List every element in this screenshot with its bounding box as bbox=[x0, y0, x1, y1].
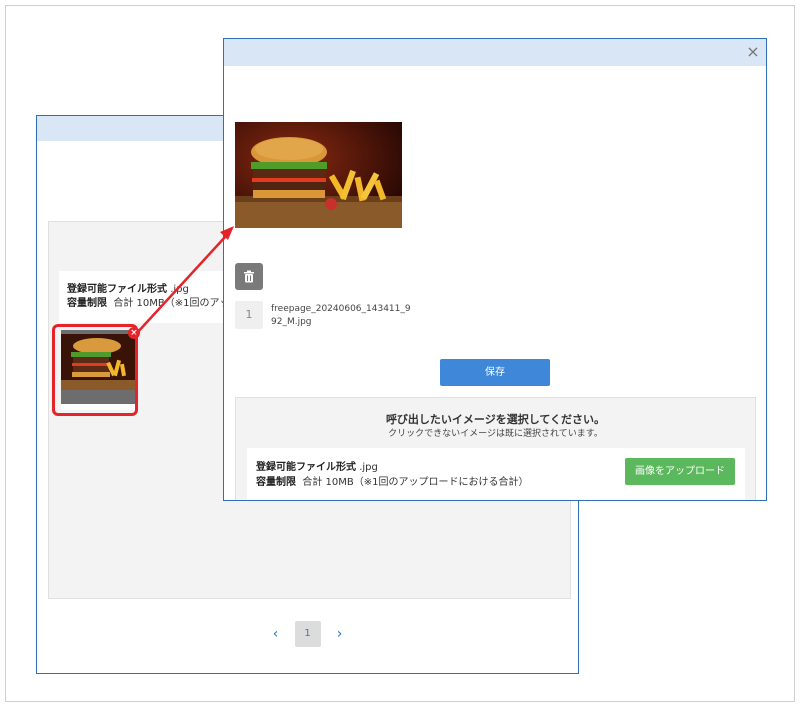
close-button[interactable]: × bbox=[744, 42, 762, 62]
trash-icon bbox=[244, 270, 254, 283]
save-button[interactable]: 保存 bbox=[440, 359, 550, 386]
front-format-value: .jpg bbox=[359, 462, 378, 473]
back-size-value: 合計 10MB（※1回のアップ bbox=[113, 298, 240, 309]
thumbnail-highlight bbox=[52, 324, 138, 416]
front-panel-subtitle: クリックできないイメージは既に選択されています。 bbox=[388, 429, 603, 439]
burger-preview-graphic bbox=[235, 122, 402, 228]
file-name: freepage_20240606_143411_992_M.jpg bbox=[271, 304, 411, 327]
delete-image-button[interactable] bbox=[235, 263, 263, 290]
front-size-value: 合計 10MB（※1回のアップロードにおける合計） bbox=[302, 477, 529, 488]
image-preview bbox=[235, 122, 402, 228]
remove-icon[interactable]: × bbox=[128, 327, 140, 339]
front-panel-title: 呼び出したいイメージを選択してください。 bbox=[385, 413, 606, 426]
back-format-label: 登録可能ファイル形式 bbox=[67, 284, 167, 295]
front-modal: × 1 freepage_20240606_143411_992_M.jpg 保… bbox=[223, 38, 767, 501]
pagination-next-button[interactable]: › bbox=[331, 626, 349, 642]
back-size-label: 容量制限 bbox=[67, 298, 107, 309]
front-format-label: 登録可能ファイル形式 bbox=[256, 462, 356, 473]
file-index: 1 bbox=[235, 301, 263, 329]
front-size-label: 容量制限 bbox=[256, 477, 296, 488]
front-image-panel: 呼び出したいイメージを選択してください。 クリックできないイメージは既に選択され… bbox=[235, 397, 756, 500]
front-modal-header: × bbox=[224, 39, 766, 66]
pagination: ‹ 1 › bbox=[37, 620, 578, 648]
pagination-page-1[interactable]: 1 bbox=[294, 621, 321, 647]
front-upload-info: 登録可能ファイル形式 .jpg 容量制限 合計 10MB（※1回のアップロードに… bbox=[247, 448, 745, 500]
pagination-prev-button[interactable]: ‹ bbox=[267, 626, 285, 642]
upload-image-button[interactable]: 画像をアップロード bbox=[625, 458, 735, 485]
back-format-value: .jpg bbox=[170, 284, 189, 295]
